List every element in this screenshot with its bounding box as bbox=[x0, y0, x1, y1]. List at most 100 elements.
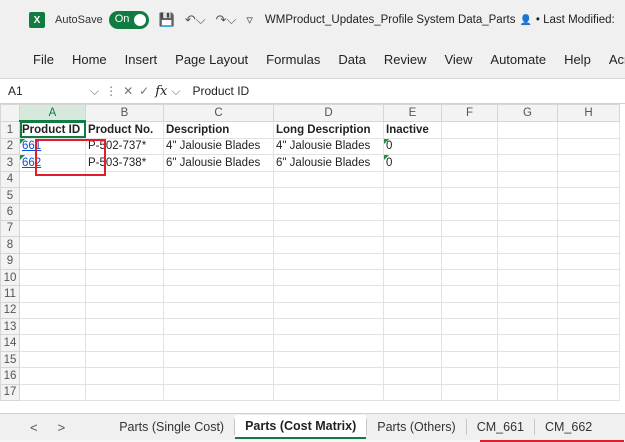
cell[interactable] bbox=[85, 252, 164, 270]
cell[interactable] bbox=[383, 285, 442, 303]
cell[interactable] bbox=[497, 318, 558, 336]
cell[interactable]: 6" Jalousie Blades bbox=[273, 154, 384, 172]
cell[interactable] bbox=[273, 170, 384, 188]
cell[interactable] bbox=[85, 219, 164, 238]
cell[interactable] bbox=[441, 252, 498, 270]
cell[interactable] bbox=[497, 301, 558, 320]
cell[interactable] bbox=[163, 367, 274, 385]
ribbon-tab-data[interactable]: Data bbox=[338, 52, 365, 67]
cell[interactable] bbox=[273, 203, 384, 221]
cell[interactable] bbox=[85, 170, 164, 188]
row-header[interactable]: 6 bbox=[0, 203, 20, 221]
row-header[interactable]: 4 bbox=[0, 170, 20, 188]
redo-icon[interactable]: ↷⌵ bbox=[216, 12, 237, 28]
cell[interactable] bbox=[497, 268, 558, 287]
next-sheet-icon[interactable]: > bbox=[58, 420, 66, 435]
cell[interactable]: Product ID bbox=[19, 120, 86, 139]
cell[interactable] bbox=[19, 285, 86, 303]
cell[interactable] bbox=[19, 301, 86, 320]
save-icon[interactable]: 💾 bbox=[159, 12, 175, 28]
cell[interactable] bbox=[273, 186, 384, 205]
cell[interactable]: 0 bbox=[383, 137, 442, 156]
sheet-tab[interactable]: Parts (Others) bbox=[367, 416, 466, 438]
row-header[interactable]: 16 bbox=[0, 367, 20, 385]
cell[interactable] bbox=[497, 203, 558, 221]
cell[interactable] bbox=[163, 383, 274, 402]
cell[interactable] bbox=[441, 367, 498, 385]
cell[interactable]: P-502-737* bbox=[85, 137, 164, 156]
last-modified[interactable]: • Last Modified: bbox=[536, 14, 615, 26]
row-header[interactable]: 15 bbox=[0, 350, 20, 369]
cell[interactable] bbox=[273, 350, 384, 369]
column-header[interactable]: G bbox=[497, 104, 558, 122]
cell[interactable] bbox=[557, 301, 620, 320]
cell[interactable] bbox=[19, 170, 86, 188]
cell[interactable] bbox=[273, 219, 384, 238]
cell[interactable] bbox=[497, 154, 558, 172]
customize-toolbar-icon[interactable]: ▿ bbox=[246, 12, 253, 28]
cell[interactable] bbox=[163, 268, 274, 287]
cell[interactable] bbox=[85, 236, 164, 254]
cell[interactable] bbox=[383, 268, 442, 287]
cell[interactable] bbox=[273, 252, 384, 270]
ribbon-tab-page-layout[interactable]: Page Layout bbox=[175, 52, 248, 67]
undo-icon[interactable]: ↶⌵ bbox=[185, 12, 206, 28]
cell[interactable] bbox=[441, 137, 498, 156]
cell[interactable] bbox=[383, 186, 442, 205]
cell[interactable] bbox=[557, 334, 620, 352]
cell[interactable] bbox=[557, 236, 620, 254]
column-header[interactable]: D bbox=[273, 104, 384, 122]
cell[interactable] bbox=[441, 318, 498, 336]
cell[interactable] bbox=[441, 301, 498, 320]
cell[interactable] bbox=[85, 203, 164, 221]
row-header[interactable]: 17 bbox=[0, 383, 20, 402]
autosave-toggle[interactable]: On bbox=[108, 11, 149, 29]
cell[interactable] bbox=[557, 186, 620, 205]
cell[interactable] bbox=[557, 137, 620, 156]
cell[interactable] bbox=[163, 318, 274, 336]
column-header[interactable]: E bbox=[383, 104, 442, 122]
cell[interactable] bbox=[85, 350, 164, 369]
cell[interactable] bbox=[441, 154, 498, 172]
row-header[interactable]: 8 bbox=[0, 236, 20, 254]
cell[interactable] bbox=[383, 219, 442, 238]
cell[interactable] bbox=[19, 203, 86, 221]
row-header[interactable]: 2 bbox=[0, 137, 20, 156]
cell[interactable] bbox=[441, 186, 498, 205]
cell[interactable] bbox=[441, 350, 498, 369]
column-header[interactable]: B bbox=[85, 104, 164, 122]
cell[interactable]: P-503-738* bbox=[85, 154, 164, 172]
sheet-tab[interactable]: CM_662 bbox=[535, 416, 602, 438]
cell[interactable] bbox=[273, 367, 384, 385]
cell[interactable] bbox=[383, 301, 442, 320]
cell[interactable] bbox=[19, 268, 86, 287]
cell[interactable] bbox=[383, 367, 442, 385]
cell[interactable] bbox=[85, 383, 164, 402]
cell[interactable] bbox=[19, 367, 86, 385]
cancel-icon[interactable]: ✕ bbox=[123, 84, 133, 98]
cell[interactable] bbox=[383, 203, 442, 221]
cell[interactable]: Inactive bbox=[383, 120, 442, 139]
column-header[interactable]: F bbox=[441, 104, 498, 122]
ribbon-tab-acrol[interactable]: Acrol bbox=[609, 52, 625, 67]
cell[interactable] bbox=[497, 186, 558, 205]
row-header[interactable]: 3 bbox=[0, 154, 20, 172]
cell[interactable]: 6" Jalousie Blades bbox=[163, 154, 274, 172]
cell[interactable]: 662 bbox=[19, 154, 86, 172]
cell[interactable] bbox=[557, 170, 620, 188]
worksheet-grid[interactable]: ABCDEFGH 1 Product ID Product No. Descripti… bbox=[0, 104, 620, 402]
cell[interactable] bbox=[441, 219, 498, 238]
ribbon-tab-review[interactable]: Review bbox=[384, 52, 427, 67]
cell[interactable] bbox=[497, 383, 558, 402]
cell[interactable] bbox=[557, 350, 620, 369]
sheet-tab[interactable]: Parts (Single Cost) bbox=[109, 416, 234, 438]
cell[interactable] bbox=[383, 252, 442, 270]
cell[interactable]: 0 bbox=[383, 154, 442, 172]
cell[interactable] bbox=[163, 252, 274, 270]
row-header[interactable]: 13 bbox=[0, 318, 20, 336]
cell[interactable] bbox=[441, 170, 498, 188]
cell[interactable]: Product No. bbox=[85, 120, 164, 139]
cell[interactable] bbox=[497, 367, 558, 385]
cell[interactable] bbox=[85, 186, 164, 205]
ribbon-tab-help[interactable]: Help bbox=[564, 52, 591, 67]
